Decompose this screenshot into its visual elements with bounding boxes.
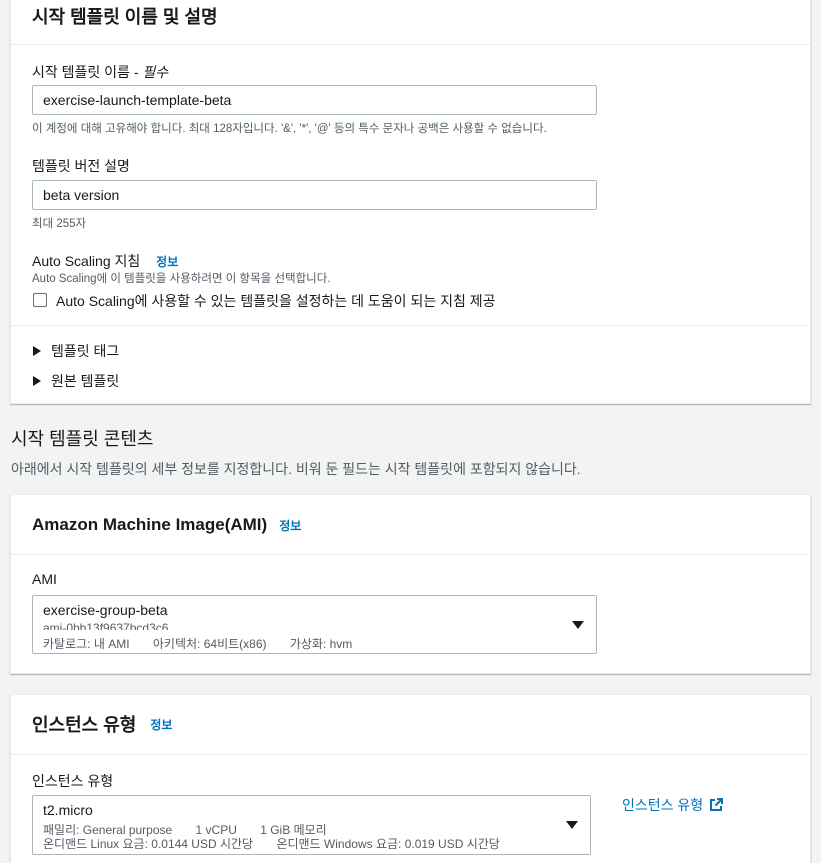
linux-price: 온디맨드 Linux 요금: 0.0144 USD 시간당 [43, 837, 254, 851]
ami-arch: 아키텍처: 64비트(x86) [152, 637, 267, 651]
required-marker: 필수 [142, 64, 169, 80]
template-name-input[interactable] [32, 85, 597, 115]
ami-title: Amazon Machine Image(AMI) [32, 515, 268, 534]
asg-guidance-checkbox-label[interactable]: Auto Scaling에 사용할 수 있는 템플릿을 설정하는 데 도움이 되… [56, 291, 496, 311]
template-details-header: 시작 템플릿 이름 및 설명 [11, 0, 810, 45]
asg-info-link[interactable]: 정보 [156, 255, 178, 269]
ami-header: Amazon Machine Image(AMI) 정보 [11, 495, 810, 555]
asg-guidance-label: Auto Scaling 지침 정보 [32, 251, 178, 271]
ami-label: AMI [32, 571, 57, 587]
source-template-label: 원본 템플릿 [51, 373, 120, 389]
ami-info-link[interactable]: 정보 [279, 517, 301, 534]
instance-type-panel: 인스턴스 유형 정보 인스턴스 유형 t2.micro 패밀리: General… [10, 694, 811, 863]
instance-pricing: 온디맨드 Linux 요금: 0.0144 USD 시간당 온디맨드 Windo… [43, 835, 520, 852]
asg-guidance-checkbox[interactable] [33, 293, 47, 307]
asg-guidance-label-text: Auto Scaling 지침 [32, 253, 141, 269]
external-link-icon [710, 798, 724, 811]
instance-type-label: 인스턴스 유형 [32, 773, 114, 789]
ami-catalog: 카탈로그: 내 AMI [43, 637, 130, 651]
instance-title-row: 인스턴스 유형 정보 [32, 711, 172, 737]
asg-guidance-desc: Auto Scaling에 이 템플릿을 사용하려면 이 항목을 선택합니다. [32, 273, 331, 285]
ami-panel: Amazon Machine Image(AMI) 정보 AMI exercis… [10, 494, 811, 674]
chevron-down-icon [566, 821, 578, 829]
caret-right-icon [33, 376, 41, 386]
instance-type-header: 인스턴스 유형 정보 [11, 695, 810, 755]
template-name-label-text: 시작 템플릿 이름 - [32, 64, 143, 80]
template-contents-title: 시작 템플릿 콘텐츠 [11, 429, 154, 449]
source-template-expander[interactable]: 원본 템플릿 [33, 371, 119, 391]
template-version-input[interactable] [32, 180, 597, 210]
template-version-hint: 최대 255자 [32, 218, 87, 230]
windows-price: 온디맨드 Windows 요금: 0.019 USD 시간당 [276, 837, 500, 851]
template-contents-desc: 아래에서 시작 템플릿의 세부 정보를 지정합니다. 비워 둔 필드는 시작 템… [11, 461, 581, 477]
ami-selected-name: exercise-group-beta [43, 602, 168, 618]
template-tags-expander[interactable]: 템플릿 태그 [33, 341, 119, 361]
instance-types-link[interactable]: 인스턴스 유형 [622, 795, 724, 815]
instance-selected: t2.micro [43, 802, 93, 818]
template-version-label: 템플릿 버전 설명 [32, 158, 130, 174]
template-tags-label: 템플릿 태그 [51, 343, 120, 359]
ami-virt: 가상화: hvm [289, 637, 353, 651]
panel-divider [11, 325, 810, 326]
instance-info-link[interactable]: 정보 [150, 716, 172, 733]
ami-title-row: Amazon Machine Image(AMI) 정보 [32, 515, 301, 535]
chevron-down-icon [572, 621, 584, 629]
instance-type-title: 인스턴스 유형 [32, 715, 137, 735]
template-name-label: 시작 템플릿 이름 - 필수 [32, 62, 168, 82]
template-details-title: 시작 템플릿 이름 및 설명 [32, 7, 218, 27]
template-details-panel: 시작 템플릿 이름 및 설명 시작 템플릿 이름 - 필수 이 계정에 대해 고… [10, 0, 811, 404]
ami-attributes: 카탈로그: 내 AMI 아키텍처: 64비트(x86) 가상화: hvm [43, 635, 372, 652]
template-name-hint: 이 계정에 대해 고유해야 합니다. 최대 128자입니다. '&', '*',… [32, 123, 547, 135]
instance-type-select[interactable]: t2.micro 패밀리: General purpose 1 vCPU 1 G… [32, 795, 591, 855]
ami-selected-id: ami-0bb13f9637bcd3c6 [43, 621, 169, 630]
ami-select[interactable]: exercise-group-beta ami-0bb13f9637bcd3c6… [32, 595, 597, 654]
caret-right-icon [33, 346, 41, 356]
instance-types-link-label: 인스턴스 유형 [622, 797, 704, 813]
